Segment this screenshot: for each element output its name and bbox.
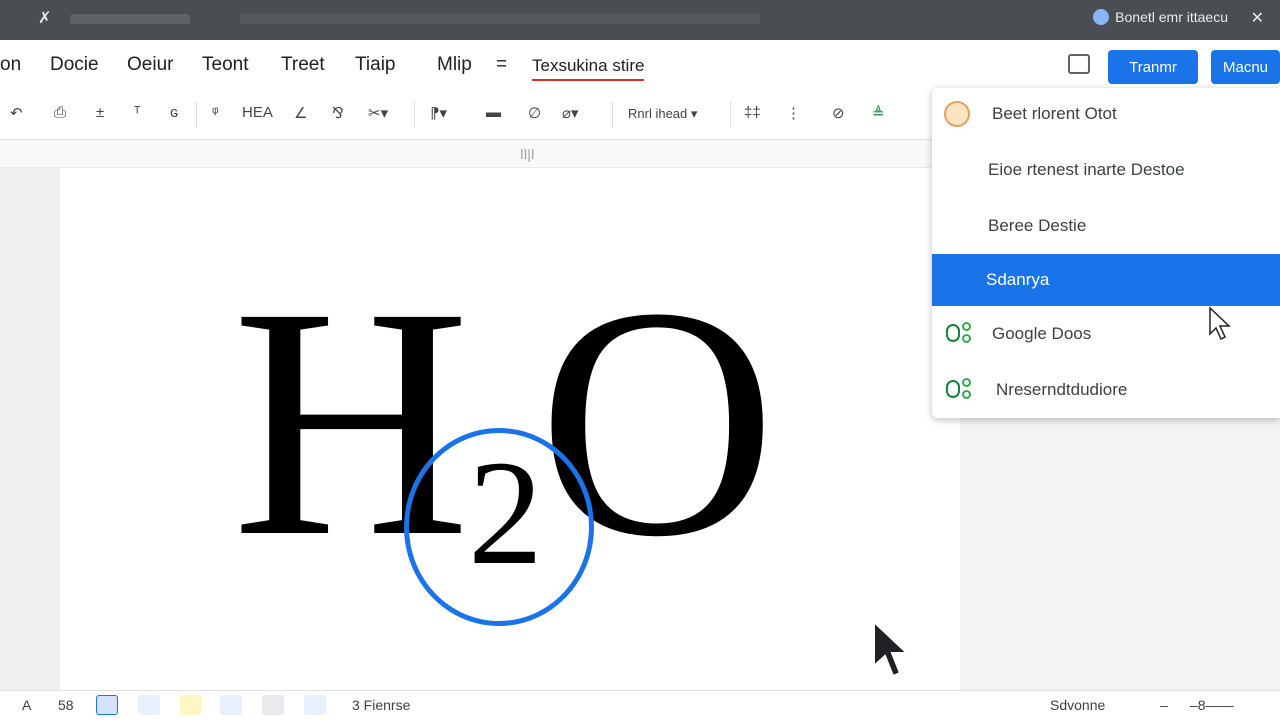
dropdown-item-label: Google Doos: [992, 324, 1092, 343]
close-window-icon[interactable]: ✕: [1251, 8, 1264, 28]
dropdown-item-label: Beree Destie: [988, 216, 1087, 235]
present-icon[interactable]: [1068, 54, 1090, 74]
clear-dropdown[interactable]: ⌀▾: [562, 104, 579, 122]
status-item[interactable]: 58: [58, 697, 74, 713]
menu-item-tiaip[interactable]: Tiaip: [355, 54, 395, 76]
toolbar-divider: [196, 102, 197, 128]
font-select[interactable]: Rnrl ihead ▾: [628, 106, 697, 122]
format-toolbar: ↶ ⎙ ± ᵀ ɢ ᵠ HEA ∠ ⅋ ✂▾ ⁋▾ ▬ ∅ ⌀▾ Rnrl ih…: [0, 90, 940, 140]
account-chip[interactable]: Bonetl emr ittaecu: [1093, 9, 1228, 25]
hide-icon[interactable]: ⊘: [832, 104, 845, 122]
dropdown-item[interactable]: Beree Destie: [932, 200, 1280, 252]
menu-item-oeiur[interactable]: Oeiur: [127, 54, 173, 76]
mouse-pointer-icon: [873, 620, 910, 678]
paragraph-dropdown[interactable]: ⁋▾: [430, 104, 447, 122]
menu-item-on[interactable]: on: [0, 54, 21, 76]
toolbar-divider: [730, 102, 731, 128]
more-icon[interactable]: ⋮: [786, 104, 801, 122]
menu-item-teont[interactable]: Teont: [202, 54, 248, 76]
primary-button[interactable]: Tranmr: [1108, 50, 1198, 84]
fullscreen-icon[interactable]: [304, 695, 326, 715]
layout-view-icon[interactable]: [96, 695, 118, 715]
dropdown-item-selected[interactable]: Sdanrya: [932, 254, 1280, 306]
spellcheck-icon[interactable]: ±: [96, 104, 104, 121]
dropdown-item[interactable]: Beet rlorent Otot: [932, 88, 1280, 140]
dropdown-item[interactable]: Nreserndtdudiore: [932, 364, 1280, 416]
format-icon[interactable]: ≜: [872, 104, 885, 122]
window-title-placeholder: [70, 14, 190, 24]
menu-item-more[interactable]: =: [496, 54, 507, 76]
google-docs-icon: [946, 378, 974, 402]
strike-icon[interactable]: ∅: [528, 104, 541, 122]
image-view-icon[interactable]: [138, 695, 160, 715]
dropdown-item-label: Nreserndtdudiore: [996, 380, 1128, 399]
link-icon[interactable]: ⅋: [332, 104, 344, 122]
grid-view-icon[interactable]: [220, 695, 242, 715]
menu-item-docie[interactable]: Docie: [50, 54, 99, 76]
page-view-icon[interactable]: [262, 695, 284, 715]
mouse-pointer-icon: [1209, 306, 1231, 341]
dropdown-item-label: Eioe rtenest inarte Destoe: [988, 160, 1185, 179]
columns-icon[interactable]: ‡‡: [744, 104, 761, 121]
dropdown-item-label: Beet rlorent Otot: [992, 104, 1117, 123]
secondary-button[interactable]: Macnu: [1211, 50, 1280, 84]
toolbar-divider: [612, 102, 613, 128]
insert-bar-icon[interactable]: ▬: [486, 104, 501, 121]
style-icon[interactable]: ᵠ: [212, 104, 219, 121]
dropdown-item-label: Sdanrya: [986, 270, 1050, 289]
zoom-out-button[interactable]: –: [1160, 697, 1168, 713]
dropdown-menu: Beet rlorent Otot Eioe rtenest inarte De…: [932, 88, 1280, 418]
page-count: 3 Fienrse: [352, 697, 411, 713]
avatar-icon: [944, 101, 970, 127]
heading-button[interactable]: HEA: [242, 104, 273, 121]
menu-item-mlip[interactable]: Mlip: [437, 54, 472, 76]
highlight-view-icon[interactable]: [180, 695, 202, 715]
address-placeholder: [240, 14, 760, 24]
zoom-label: Sdvonne: [1050, 697, 1106, 713]
toolbar-divider: [414, 102, 415, 128]
zoom-slider[interactable]: –8——: [1190, 697, 1234, 713]
menu-bar: on Docie Oeiur Teont Treet Tiaip Mlip = …: [0, 40, 1280, 90]
dropdown-item[interactable]: Eioe rtenest inarte Destoe: [932, 144, 1280, 196]
account-label: Bonetl emr ittaecu: [1115, 9, 1228, 25]
italic-icon[interactable]: ∠: [294, 104, 307, 122]
app-menu-icon[interactable]: ✗: [38, 8, 51, 28]
menu-item-treet[interactable]: Treet: [281, 54, 325, 76]
print-icon[interactable]: ⎙: [54, 104, 66, 121]
status-item[interactable]: A: [22, 697, 31, 713]
zoom-icon[interactable]: ɢ: [170, 104, 178, 121]
status-bar: A 58 3 Fienrse Sdvonne – –8——: [0, 690, 1280, 720]
ruler: ǀǀ|ǀ: [0, 140, 940, 168]
subscript-highlight-ring: [404, 428, 594, 626]
undo-icon[interactable]: ↶: [10, 104, 23, 122]
paint-format-icon[interactable]: ᵀ: [134, 104, 141, 121]
google-docs-icon: [946, 322, 974, 346]
globe-icon: [1093, 9, 1110, 25]
cut-dropdown[interactable]: ✂▾: [368, 104, 388, 122]
tab-active[interactable]: Texsukina stire: [532, 56, 645, 81]
ruler-indent-marker[interactable]: ǀǀ|ǀ: [520, 146, 535, 162]
title-bar: ✗ Bonetl emr ittaecu ✕: [0, 0, 1280, 40]
